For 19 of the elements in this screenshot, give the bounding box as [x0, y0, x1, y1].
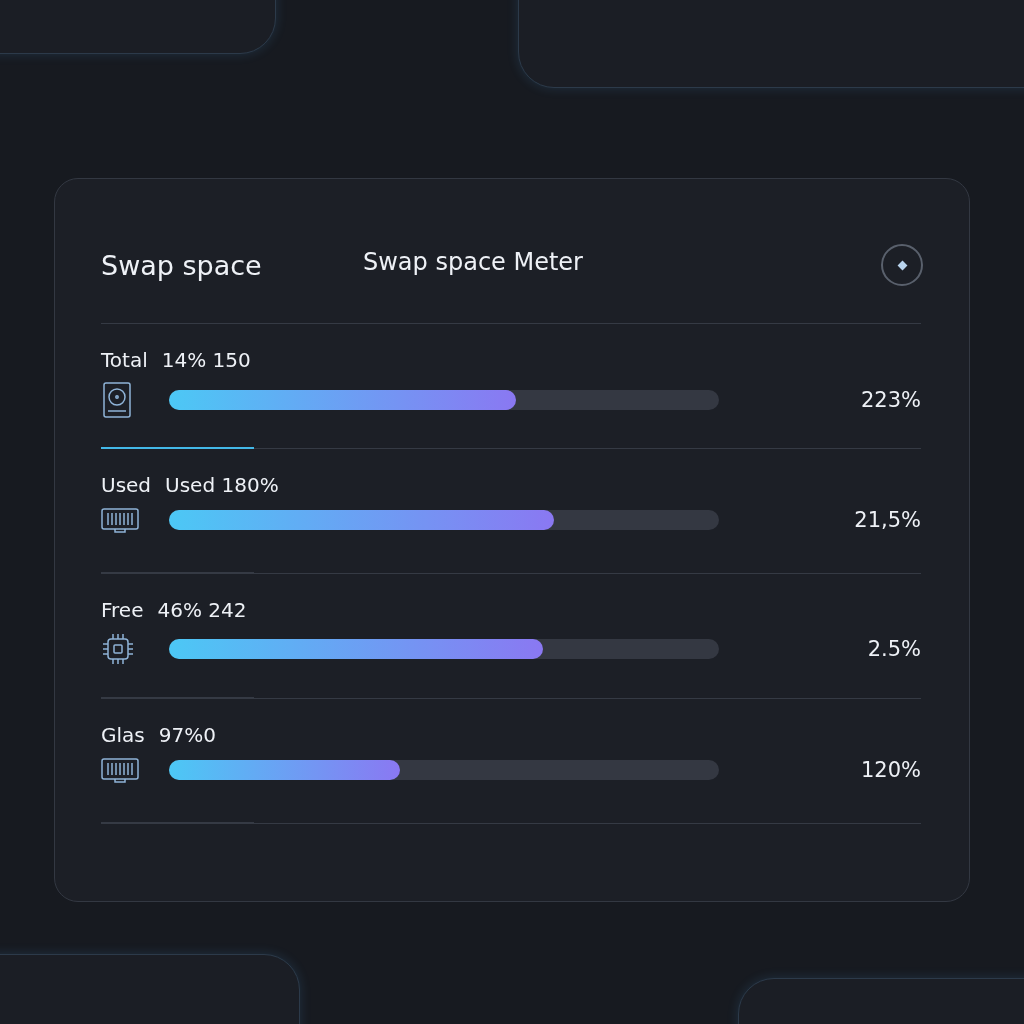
card-subtitle: Swap space Meter: [363, 248, 584, 276]
card-title: Swap space: [101, 249, 263, 281]
row-stats: 97%0: [158, 723, 216, 747]
row-reading: 120%: [860, 758, 921, 782]
row-stats: 46% 242: [157, 598, 247, 622]
row-reading: 223%: [860, 388, 921, 412]
row-stats: Used 180%: [165, 473, 279, 497]
memory-module-icon: [101, 507, 139, 533]
row-label: Total: [101, 348, 148, 372]
chip-icon: [101, 632, 135, 666]
options-button[interactable]: [881, 244, 923, 286]
row-label: Free: [101, 598, 144, 622]
row-reading: 21,5%: [854, 508, 921, 532]
row-label: Used: [101, 473, 152, 497]
row-reading: 2.5%: [867, 637, 921, 661]
memory-module-icon: [101, 757, 139, 783]
row-stats: 14% 150: [161, 348, 251, 372]
hard-drive-icon: [101, 382, 133, 418]
row-label: Glas: [101, 723, 145, 747]
